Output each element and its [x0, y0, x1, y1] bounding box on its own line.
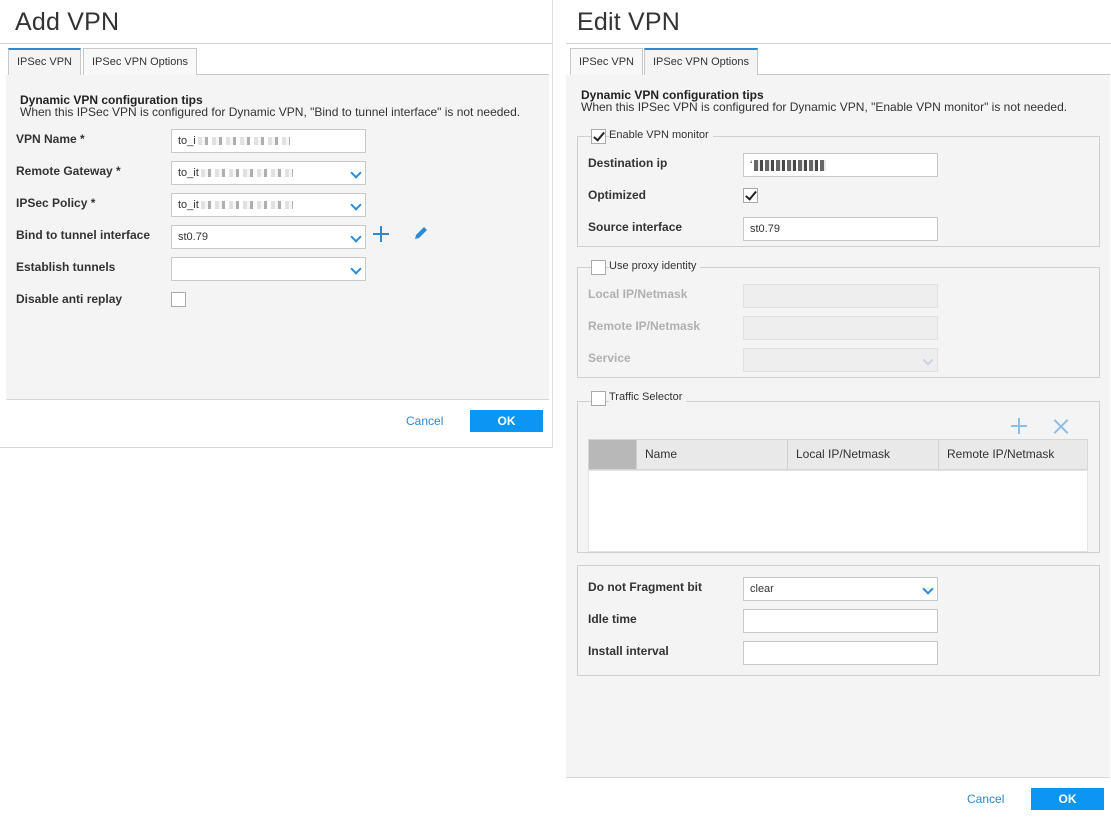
ipsec-policy-label: IPSec Policy * — [16, 196, 96, 210]
remote-gateway-select[interactable]: to_it — [171, 161, 366, 185]
do-not-fragment-select[interactable]: clear — [743, 577, 938, 601]
add-vpn-dialog: Add VPN IPSec VPN IPSec VPN Options Dyna… — [0, 0, 553, 448]
remote-ip-input[interactable] — [743, 316, 938, 340]
source-interface-value: st0.79 — [750, 223, 780, 235]
chevron-down-icon[interactable] — [350, 199, 362, 211]
redacted-text — [200, 169, 293, 178]
add-icon[interactable] — [1010, 417, 1028, 435]
delete-icon[interactable] — [1052, 417, 1070, 435]
tab-ipsec-vpn-options[interactable]: IPSec VPN Options — [644, 48, 758, 75]
traffic-selector-checkbox[interactable] — [591, 391, 606, 406]
chevron-down-icon[interactable] — [350, 231, 362, 243]
local-ip-input[interactable] — [743, 284, 938, 308]
ok-button[interactable]: OK — [470, 410, 543, 432]
install-interval-input[interactable] — [743, 641, 938, 665]
add-icon[interactable] — [372, 225, 390, 243]
cancel-button[interactable]: Cancel — [967, 792, 1004, 806]
source-interface-input[interactable]: st0.79 — [743, 217, 938, 241]
column-name[interactable]: Name — [636, 440, 787, 469]
column-local-ip[interactable]: Local IP/Netmask — [787, 440, 938, 469]
remote-ip-label: Remote IP/Netmask — [588, 319, 701, 333]
destination-ip-label: Destination ip — [588, 156, 668, 170]
redacted-text — [200, 201, 293, 210]
vpn-name-label: VPN Name * — [16, 132, 85, 146]
remote-gateway-value: to_it — [178, 167, 199, 179]
title-divider — [0, 43, 552, 44]
source-interface-label: Source interface — [588, 220, 683, 234]
grid-select-column[interactable] — [589, 440, 636, 469]
tab-ipsec-vpn-options[interactable]: IPSec VPN Options — [83, 48, 197, 75]
chevron-down-icon[interactable] — [922, 583, 934, 595]
title-divider — [566, 43, 1111, 44]
establish-tunnels-label: Establish tunnels — [16, 260, 116, 274]
do-not-fragment-value: clear — [750, 583, 774, 595]
establish-tunnels-select[interactable] — [171, 257, 366, 281]
ipsec-policy-select[interactable]: to_it — [171, 193, 366, 217]
vpn-name-input[interactable]: to_i — [171, 129, 366, 153]
optimized-checkbox[interactable] — [743, 188, 758, 203]
tab-ipsec-vpn[interactable]: IPSec VPN — [8, 48, 81, 75]
ok-button[interactable]: OK — [1031, 788, 1104, 810]
disable-anti-replay-checkbox[interactable] — [171, 292, 186, 307]
enable-vpn-monitor-checkbox[interactable] — [591, 129, 606, 144]
service-label: Service — [588, 351, 631, 365]
grid-header: Name Local IP/Netmask Remote IP/Netmask — [588, 439, 1088, 470]
bind-tunnel-value: st0.79 — [178, 231, 208, 243]
bind-tunnel-label: Bind to tunnel interface — [16, 228, 151, 242]
remote-gateway-label: Remote Gateway * — [16, 164, 121, 178]
idle-time-input[interactable] — [743, 609, 938, 633]
bind-tunnel-select[interactable]: st0.79 — [171, 225, 366, 249]
do-not-fragment-label: Do not Fragment bit — [588, 580, 702, 594]
cancel-button[interactable]: Cancel — [406, 414, 443, 428]
redacted-text — [754, 159, 827, 171]
optimized-label: Optimized — [588, 188, 647, 202]
use-proxy-identity-checkbox[interactable] — [591, 260, 606, 275]
footer-divider — [566, 777, 1110, 778]
install-interval-label: Install interval — [588, 644, 669, 658]
ipsec-policy-value: to_it — [178, 199, 199, 211]
service-select[interactable] — [743, 348, 938, 372]
use-proxy-identity-label: Use proxy identity — [609, 259, 701, 274]
column-remote-ip[interactable]: Remote IP/Netmask — [938, 440, 1087, 469]
grid-body — [588, 470, 1088, 552]
traffic-selector-label: Traffic Selector — [609, 390, 687, 405]
tips-text: When this IPSec VPN is configured for Dy… — [581, 100, 1068, 114]
enable-vpn-monitor-label: Enable VPN monitor — [609, 128, 713, 143]
redacted-text — [197, 137, 290, 146]
local-ip-label: Local IP/Netmask — [588, 287, 688, 301]
edit-vpn-dialog: Edit VPN IPSec VPN IPSec VPN Options Dyn… — [566, 0, 1111, 817]
chevron-down-icon[interactable] — [350, 263, 362, 275]
chevron-down-icon[interactable] — [350, 167, 362, 179]
destination-ip-input[interactable]: ‘ — [743, 153, 938, 177]
tab-ipsec-vpn[interactable]: IPSec VPN — [570, 48, 643, 75]
dialog-title: Add VPN — [15, 8, 120, 36]
idle-time-label: Idle time — [588, 612, 637, 626]
vpn-name-value: to_i — [178, 135, 196, 147]
tips-text: When this IPSec VPN is configured for Dy… — [20, 105, 521, 119]
disable-anti-replay-label: Disable anti replay — [16, 292, 123, 306]
destination-ip-value: ‘ — [750, 159, 753, 171]
chevron-down-icon[interactable] — [922, 354, 934, 366]
pencil-icon[interactable] — [412, 224, 430, 242]
footer-divider — [6, 399, 549, 400]
dialog-title: Edit VPN — [577, 8, 681, 36]
